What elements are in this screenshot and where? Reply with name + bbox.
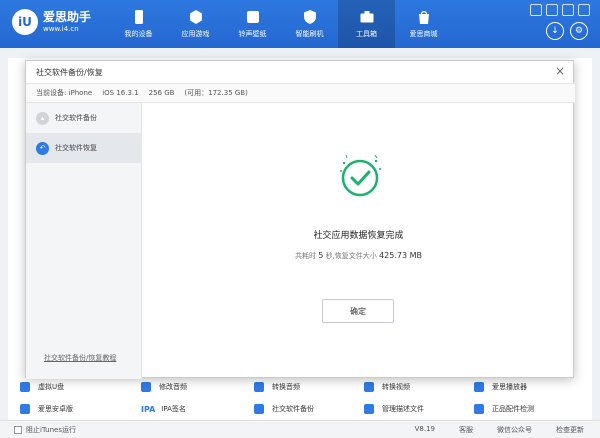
backup-icon: ▴ xyxy=(36,111,49,125)
phone-icon xyxy=(131,9,147,25)
bag-icon xyxy=(416,9,432,25)
sidebar-item-backup[interactable]: ▴ 社交软件备份 xyxy=(26,103,142,133)
block-itunes-toggle[interactable]: 阻止iTunes运行 xyxy=(14,425,76,435)
nav-store[interactable]: 爱思商城 xyxy=(395,0,452,48)
device-label: 当前设备: iPhone xyxy=(36,89,93,97)
window-controls xyxy=(530,4,590,16)
sidebar-item-label: 社交软件恢复 xyxy=(55,144,97,152)
logo-badge: iU xyxy=(12,9,38,35)
tool-player[interactable]: 爱思播放器 xyxy=(474,382,527,392)
convert-video-icon xyxy=(364,382,374,392)
tutorial-link[interactable]: 社交软件备份/恢复教程 xyxy=(44,353,116,363)
tool-edit-audio[interactable]: 修改音频 xyxy=(141,382,187,392)
minimize-window-button[interactable] xyxy=(546,4,558,16)
wechat-link[interactable]: 微信公众号 xyxy=(497,425,532,435)
success-check-icon xyxy=(335,151,385,201)
nav-flash[interactable]: 智能刷机 xyxy=(281,0,338,48)
settings-button[interactable]: ⚙ xyxy=(570,22,588,40)
result-summary: 共耗时 5 秒,恢复文件大小 425.73 MB xyxy=(295,251,422,260)
tool-virtual-usb[interactable]: 虚拟U盘 xyxy=(20,382,64,392)
nav-label: 应用游戏 xyxy=(181,30,210,38)
tool-accessory-check[interactable]: 正品配件检测 xyxy=(474,404,534,414)
ipa-icon: IPA xyxy=(141,404,156,414)
shield-icon xyxy=(302,9,318,25)
dialog-title: 社交软件备份/恢复 xyxy=(36,68,103,77)
social-restore-dialog: 社交软件备份/恢复 × 当前设备: iPhone iOS 16.3.1 256 … xyxy=(25,60,575,379)
ok-button[interactable]: 确定 xyxy=(322,299,394,323)
tool-convert-audio[interactable]: 转换音频 xyxy=(254,382,300,392)
cube-icon xyxy=(188,9,204,25)
android-icon xyxy=(20,404,30,414)
nav-apps-games[interactable]: 应用游戏 xyxy=(167,0,224,48)
status-bar: 阻止iTunes运行 V8.19 客服 微信公众号 检查更新 xyxy=(0,420,600,438)
result-title: 社交应用数据恢复完成 xyxy=(313,231,404,241)
menu-window-button[interactable] xyxy=(530,4,542,16)
device-capacity: 256 GB xyxy=(148,89,175,97)
dialog-content: 社交应用数据恢复完成 共耗时 5 秒,恢复文件大小 425.73 MB 确定 xyxy=(142,103,575,379)
download-button[interactable]: ↓ xyxy=(546,22,564,40)
maximize-window-button[interactable] xyxy=(562,4,574,16)
toolbox-icon xyxy=(359,9,375,25)
service-link[interactable]: 客服 xyxy=(459,425,473,435)
nav-label: 爱思商城 xyxy=(409,30,438,38)
social-backup-icon xyxy=(254,404,264,414)
version-label: V8.19 xyxy=(414,425,435,433)
sidebar-item-restore[interactable]: ↶ 社交软件恢复 xyxy=(26,133,142,163)
nav-label: 我的设备 xyxy=(124,30,153,38)
sidebar-item-label: 社交软件备份 xyxy=(55,114,97,122)
earphone-icon xyxy=(474,404,484,414)
audio-icon xyxy=(141,382,151,392)
device-info-bar: 当前设备: iPhone iOS 16.3.1 256 GB (可用：172.3… xyxy=(26,83,575,103)
restored-size: 425.73 MB xyxy=(379,251,422,260)
tool-ipa-sign[interactable]: IPA IPA签名 xyxy=(141,404,186,414)
nav-my-device[interactable]: 我的设备 xyxy=(110,0,167,48)
dialog-sidebar: ▴ 社交软件备份 ↶ 社交软件恢复 社交软件备份/恢复教程 xyxy=(26,103,142,379)
bell-icon xyxy=(245,9,261,25)
ios-version: iOS 16.3.1 xyxy=(102,89,139,97)
nav-ringtones[interactable]: 铃声壁纸 xyxy=(224,0,281,48)
nav-label: 铃声壁纸 xyxy=(238,30,267,38)
profile-icon xyxy=(364,404,374,414)
restore-icon: ↶ xyxy=(36,141,49,155)
check-update-link[interactable]: 检查更新 xyxy=(556,425,584,435)
nav-toolbox[interactable]: 工具箱 xyxy=(338,0,395,48)
tool-android[interactable]: 爱思安卓版 xyxy=(20,404,73,414)
usb-icon xyxy=(20,382,30,392)
block-itunes-checkbox[interactable] xyxy=(14,426,22,434)
block-itunes-label: 阻止iTunes运行 xyxy=(26,426,76,434)
app-header: iU 爱思助手 www.i4.cn 我的设备 应用游戏 铃声壁纸 智能刷机 工具… xyxy=(0,0,600,48)
close-icon[interactable]: × xyxy=(555,64,565,78)
device-available: (可用：172.35 GB) xyxy=(184,89,248,97)
nav-label: 工具箱 xyxy=(356,30,377,38)
main-nav: 我的设备 应用游戏 铃声壁纸 智能刷机 工具箱 爱思商城 xyxy=(110,0,452,48)
tool-social-backup[interactable]: 社交软件备份 xyxy=(254,404,314,414)
convert-audio-icon xyxy=(254,382,264,392)
player-icon xyxy=(474,382,484,392)
tool-convert-video[interactable]: 转换视频 xyxy=(364,382,410,392)
tool-grid: 虚拟U盘 修改音频 转换音频 转换视频 爱思播放器 爱思安卓版 IPA IPA签名… xyxy=(8,376,592,420)
elapsed-seconds: 5 xyxy=(318,251,324,260)
tool-profiles[interactable]: 管理描述文件 xyxy=(364,404,424,414)
app-name: 爱思助手 xyxy=(43,10,92,24)
close-window-button[interactable] xyxy=(578,4,590,16)
app-logo: iU 爱思助手 www.i4.cn xyxy=(12,9,91,35)
nav-label: 智能刷机 xyxy=(295,30,324,38)
app-url: www.i4.cn xyxy=(43,25,79,33)
